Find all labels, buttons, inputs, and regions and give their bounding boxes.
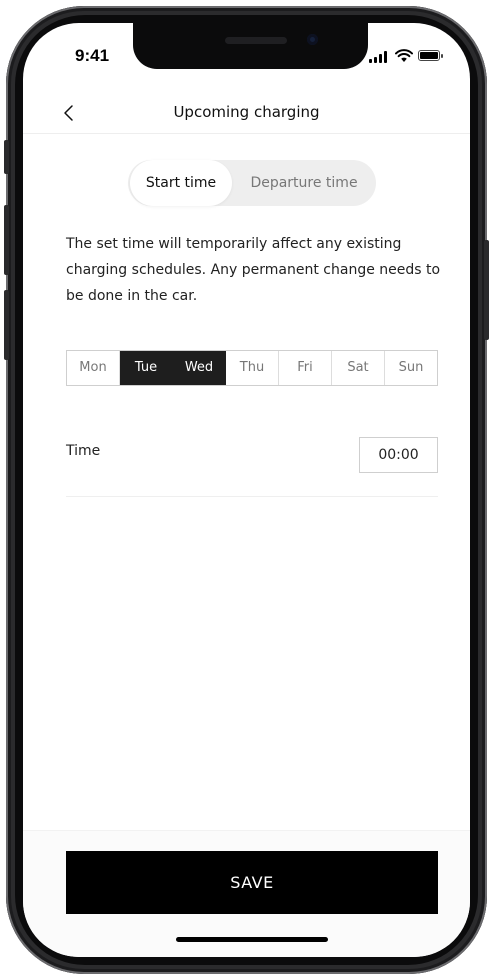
info-text: The set time will temporarily affect any…: [66, 236, 441, 304]
day-wed-button[interactable]: Wed: [173, 351, 226, 385]
app-screen: 9:41 Upcoming charging Start time Depart…: [23, 23, 470, 957]
side-button-mute: [4, 140, 9, 174]
day-mon-button[interactable]: Mon: [67, 351, 120, 385]
divider: [66, 496, 438, 497]
signal-icon: [369, 51, 389, 63]
day-thu-button[interactable]: Thu: [226, 351, 279, 385]
status-icons: [369, 49, 443, 63]
tab-departure-time[interactable]: Departure time: [234, 160, 374, 206]
home-indicator[interactable]: [176, 937, 328, 942]
day-sun-button[interactable]: Sun: [385, 351, 437, 385]
time-input[interactable]: 00:00: [359, 437, 438, 473]
time-label: Time: [66, 443, 101, 459]
speaker-grille: [225, 37, 287, 44]
save-button[interactable]: SAVE: [66, 851, 438, 914]
day-tue-button[interactable]: Tue: [120, 351, 173, 385]
side-button-power: [484, 240, 489, 340]
day-sat-button[interactable]: Sat: [332, 351, 385, 385]
tab-start-time[interactable]: Start time: [130, 160, 232, 206]
status-time: 9:41: [75, 46, 110, 65]
wifi-icon: [395, 49, 413, 62]
day-fri-button[interactable]: Fri: [279, 351, 332, 385]
side-button-volume-down: [4, 290, 9, 360]
side-button-volume-up: [4, 205, 9, 275]
page-title: Upcoming charging: [173, 103, 320, 121]
camera-icon: [307, 34, 318, 45]
header: Upcoming charging: [23, 93, 470, 134]
day-selector: Mon Tue Wed Thu Fri Sat Sun: [66, 350, 438, 386]
time-mode-segmented-control: Start time Departure time: [128, 160, 376, 206]
battery-icon: [418, 50, 443, 61]
notch: [133, 23, 368, 69]
